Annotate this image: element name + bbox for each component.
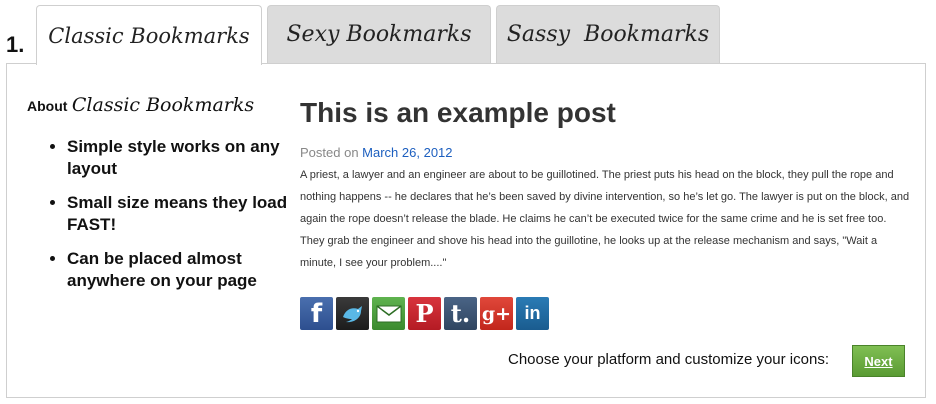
tab-label: Classic Bookmarks (48, 23, 250, 48)
step-number: 1. (6, 32, 25, 57)
pinterest-icon[interactable]: P (408, 297, 441, 330)
tab-label: Sassy Bookmarks (506, 22, 710, 47)
tab-sassy-bookmarks[interactable]: Sassy Bookmarks (496, 5, 720, 63)
email-icon[interactable] (372, 297, 405, 330)
about-prefix: About (27, 98, 68, 114)
facebook-icon[interactable]: f (300, 297, 333, 330)
tumblr-icon[interactable]: t. (444, 297, 477, 330)
feature-item: Can be placed almost anywhere on your pa… (67, 248, 317, 292)
share-icon-bar: f P t. g+ in (300, 297, 549, 330)
tab-sexy-bookmarks[interactable]: Sexy Bookmarks (267, 5, 491, 63)
posted-label: Posted on (300, 145, 359, 160)
about-heading: About Classic Bookmarks (27, 94, 254, 116)
post-title: This is an example post (300, 97, 616, 128)
twitter-icon[interactable] (336, 297, 369, 330)
feature-list: Simple style works on any layout Small s… (29, 136, 317, 304)
linkedin-icon[interactable]: in (516, 297, 549, 330)
post-meta: Posted on March 26, 2012 (300, 145, 453, 160)
tab-label: Sexy Bookmarks (286, 22, 472, 47)
feature-item: Simple style works on any layout (67, 136, 317, 180)
customize-prompt: Choose your platform and customize your … (508, 351, 829, 368)
post-date-link[interactable]: March 26, 2012 (362, 145, 452, 160)
post-body: A priest, a lawyer and an engineer are a… (300, 169, 910, 269)
google-plus-icon[interactable]: g+ (480, 297, 513, 330)
next-button[interactable]: Next (852, 345, 905, 377)
tab-classic-bookmarks[interactable]: Classic Bookmarks (36, 5, 262, 65)
feature-item: Small size means they load FAST! (67, 192, 317, 236)
about-style-name: Classic Bookmarks (71, 94, 255, 116)
tab-panel: About Classic Bookmarks Simple style wor… (6, 63, 926, 398)
